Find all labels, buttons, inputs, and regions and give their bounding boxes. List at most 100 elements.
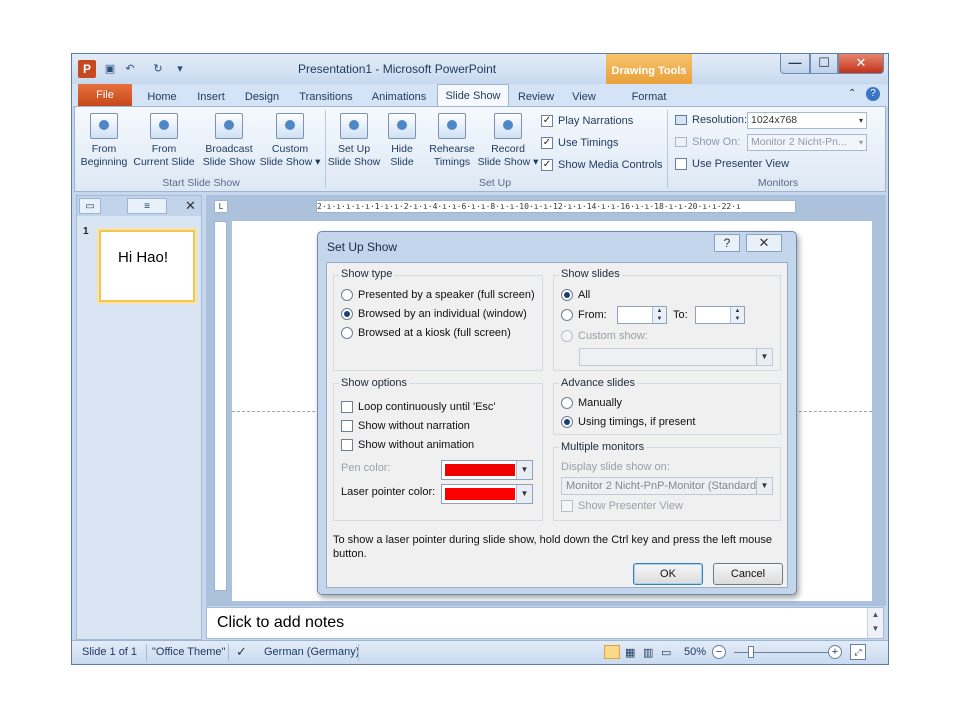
rehearse-timings-button[interactable]: Rehearse Timings <box>427 113 477 169</box>
spin-up-down-icon[interactable]: ▲ ▼ <box>730 307 744 323</box>
normal-view-icon[interactable] <box>604 645 620 659</box>
display-monitor-dropdown[interactable]: Monitor 2 Nicht-PnP-Monitor (Standard) ▼ <box>561 477 773 495</box>
custom-show-dropdown[interactable]: ▼ <box>579 348 773 366</box>
show-presenter-view-label: Show Presenter View <box>578 500 683 512</box>
fit-to-window-icon[interactable]: ⤢ <box>850 644 866 660</box>
manually-radio[interactable]: Manually <box>561 397 622 409</box>
show-media-controls-label: Show Media Controls <box>558 159 663 171</box>
tab-animations[interactable]: Animations <box>366 88 432 106</box>
spelling-check-icon[interactable]: ✓ <box>236 644 247 660</box>
loop-continuously-checkbox[interactable]: Loop continuously until 'Esc' <box>341 401 496 413</box>
help-icon[interactable]: ? <box>866 87 880 101</box>
tab-selector-icon[interactable]: L <box>214 200 228 213</box>
browsed-by-individual-radio[interactable]: Browsed by an individual (window) <box>341 308 527 320</box>
custom-show-radio[interactable]: Custom show: <box>561 330 648 342</box>
loop-continuously-label: Loop continuously until 'Esc' <box>358 401 496 413</box>
display-slide-show-on-label: Display slide show on: <box>561 461 670 473</box>
ribbon-tab-bar: File Home Insert Design Transitions Anim… <box>72 84 888 107</box>
tab-transitions[interactable]: Transitions <box>294 88 358 106</box>
maximize-button[interactable]: ☐ <box>810 54 838 74</box>
slide-show-view-icon[interactable]: ▭ <box>661 646 671 659</box>
slides-tab-icon[interactable]: ▭ <box>79 198 101 214</box>
tab-home[interactable]: Home <box>138 88 186 106</box>
using-timings-radio[interactable]: Using timings, if present <box>561 416 695 428</box>
manually-label: Manually <box>578 397 623 409</box>
from-beginning-line2: Beginning <box>80 156 128 168</box>
show-slides-from-radio[interactable]: From: <box>561 309 607 321</box>
set-up-slide-show-button[interactable]: Set Up Slide Show <box>327 113 381 169</box>
save-icon[interactable]: ▣ <box>102 61 118 77</box>
minimize-ribbon-icon[interactable]: ⌃ <box>848 88 856 99</box>
zoom-out-icon[interactable]: − <box>712 645 726 659</box>
zoom-level[interactable]: 50% <box>684 646 706 658</box>
custom-slide-show-button[interactable]: Custom Slide Show ▾ <box>259 113 321 169</box>
tab-review[interactable]: Review <box>514 88 558 106</box>
custom-line2: Slide Show ▾ <box>259 156 321 168</box>
spin-up-down-icon[interactable]: ▲ ▼ <box>652 307 666 323</box>
close-button[interactable]: ✕ <box>838 54 884 74</box>
broadcast-line2: Slide Show <box>202 156 256 168</box>
presented-by-speaker-radio[interactable]: Presented by a speaker (full screen) <box>341 289 535 301</box>
zoom-slider-thumb[interactable] <box>748 646 754 658</box>
ok-button[interactable]: OK <box>633 563 703 585</box>
hide-line1: Hide <box>391 143 413 155</box>
vertical-ruler <box>214 221 227 591</box>
from-current-slide-button[interactable]: From Current Slide <box>131 113 197 169</box>
tab-slide-show[interactable]: Slide Show <box>437 84 509 107</box>
broadcast-icon <box>215 113 243 139</box>
notes-scrollbar[interactable]: ▲ ▼ <box>867 608 883 638</box>
to-label: To: <box>673 309 688 321</box>
reading-view-icon[interactable]: ▥ <box>643 646 653 659</box>
record-icon <box>494 113 522 139</box>
from-beginning-button[interactable]: From Beginning <box>79 113 129 169</box>
checkbox-unchecked-icon <box>341 420 353 432</box>
radio-selected-icon <box>341 308 353 320</box>
slide-sorter-icon[interactable]: ▦ <box>625 646 635 659</box>
show-media-controls-checkbox[interactable]: ✓ Show Media Controls <box>541 159 663 171</box>
tab-format[interactable]: Format <box>624 88 674 106</box>
tab-insert[interactable]: Insert <box>188 88 234 106</box>
slide-thumbnail[interactable]: Hi Hao! <box>99 230 195 302</box>
record-slide-show-button[interactable]: Record Slide Show ▾ <box>477 113 539 169</box>
play-narrations-checkbox[interactable]: ✓ Play Narrations <box>541 115 633 127</box>
chevron-down-icon: ▼ <box>516 485 532 503</box>
theme-name[interactable]: "Office Theme" <box>152 646 225 658</box>
tab-file[interactable]: File <box>78 84 132 106</box>
powerpoint-logo-icon[interactable]: P <box>78 60 96 78</box>
use-presenter-view-checkbox[interactable]: Use Presenter View <box>675 158 789 170</box>
zoom-in-icon[interactable]: + <box>828 645 842 659</box>
slide-counter: Slide 1 of 1 <box>82 646 138 658</box>
tab-design[interactable]: Design <box>238 88 286 106</box>
customize-quick-access-icon[interactable]: ▾ <box>172 61 188 77</box>
cancel-button[interactable]: Cancel <box>713 563 783 585</box>
show-on-label-row: Show On: <box>675 136 740 148</box>
show-without-narration-checkbox[interactable]: Show without narration <box>341 420 470 432</box>
language[interactable]: German (Germany) <box>264 646 359 658</box>
presented-by-speaker-label: Presented by a speaker (full screen) <box>358 289 535 301</box>
pen-color-picker[interactable]: ▼ <box>441 460 533 480</box>
browsed-at-kiosk-radio[interactable]: Browsed at a kiosk (full screen) <box>341 327 511 339</box>
slide-number: 1 <box>83 226 89 237</box>
laser-pointer-color-picker[interactable]: ▼ <box>441 484 533 504</box>
undo-icon[interactable]: ↶ <box>122 61 138 77</box>
use-timings-checkbox[interactable]: ✓ Use Timings <box>541 137 619 149</box>
resolution-dropdown[interactable]: 1024x768 ▾ <box>747 112 867 129</box>
show-presenter-view-checkbox[interactable]: Show Presenter View <box>561 500 683 512</box>
hide-slide-button[interactable]: Hide Slide <box>383 113 421 169</box>
show-without-animation-label: Show without animation <box>358 439 475 451</box>
tab-view[interactable]: View <box>564 88 604 106</box>
redo-icon[interactable]: ↻ <box>150 61 166 77</box>
outline-tab-icon[interactable]: ≡ <box>127 198 167 214</box>
to-slide-input[interactable]: ▲ ▼ <box>695 306 745 324</box>
show-on-dropdown[interactable]: Monitor 2 Nicht-Pn... ▾ <box>747 134 867 151</box>
notes-pane[interactable]: Click to add notes ▲ ▼ <box>206 607 884 639</box>
show-without-animation-checkbox[interactable]: Show without animation <box>341 439 474 451</box>
close-pane-icon[interactable]: ✕ <box>185 198 196 214</box>
minimize-button[interactable]: — <box>780 54 810 74</box>
dialog-close-icon[interactable]: ✕ <box>746 234 782 252</box>
dialog-help-icon[interactable]: ? <box>714 234 740 252</box>
broadcast-slide-show-button[interactable]: Broadcast Slide Show <box>201 113 257 169</box>
show-slides-all-radio[interactable]: All <box>561 289 590 301</box>
from-slide-input[interactable]: ▲ ▼ <box>617 306 667 324</box>
play-narrations-label: Play Narrations <box>558 115 634 127</box>
